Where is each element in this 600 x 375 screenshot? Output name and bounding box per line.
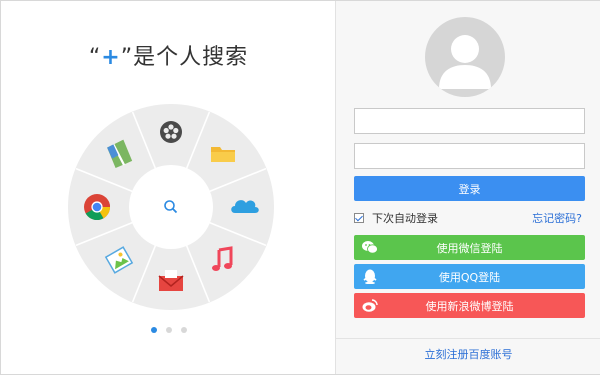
register-link[interactable]: 立刻注册百度账号: [336, 346, 600, 362]
username-input[interactable]: [354, 108, 585, 134]
wechat-icon: [362, 241, 378, 254]
remember-me[interactable]: 下次自动登录: [354, 210, 438, 226]
password-input[interactable]: [354, 143, 585, 169]
wechat-login-label: 使用微信登陆: [436, 241, 503, 255]
headline-quote-open: “: [88, 45, 102, 70]
pager-dot[interactable]: [166, 327, 172, 333]
remember-checkbox[interactable]: [354, 213, 364, 223]
chrome-icon[interactable]: [84, 194, 111, 221]
wechat-login-button[interactable]: 使用微信登陆: [354, 235, 585, 260]
headline-text: 是个人搜索: [133, 45, 249, 70]
promo-panel: “+”是个人搜索: [1, 1, 336, 374]
qq-login-label: 使用QQ登陆: [438, 270, 501, 284]
login-window: “+”是个人搜索 登录 下次自动登录 忘记密码? 使用微信登陆 使用QQ登陆 使…: [0, 0, 600, 375]
login-button[interactable]: 登录: [354, 176, 585, 201]
weibo-icon: [362, 299, 378, 312]
forgot-password-link[interactable]: 忘记密码?: [532, 210, 582, 226]
pager-dot[interactable]: [181, 327, 187, 333]
weibo-login-label: 使用新浪微博登陆: [425, 299, 514, 313]
pager-dot[interactable]: [151, 327, 157, 333]
headline-plus: +: [101, 45, 121, 70]
app-wheel: [68, 104, 274, 310]
avatar: [425, 17, 505, 97]
footer-divider: [336, 338, 600, 339]
promo-headline: “+”是个人搜索: [1, 39, 336, 71]
carousel-pager: [151, 327, 187, 333]
user-silhouette-icon: [439, 35, 491, 89]
qq-penguin-icon: [363, 269, 377, 284]
weibo-login-button[interactable]: 使用新浪微博登陆: [354, 293, 585, 318]
headline-quote-close: ”: [120, 45, 134, 70]
film-reel-icon[interactable]: [160, 121, 182, 143]
login-panel: 登录 下次自动登录 忘记密码? 使用微信登陆 使用QQ登陆 使用新浪微博登陆 立…: [335, 1, 600, 374]
qq-login-button[interactable]: 使用QQ登陆: [354, 264, 585, 289]
remember-label: 下次自动登录: [372, 212, 438, 225]
